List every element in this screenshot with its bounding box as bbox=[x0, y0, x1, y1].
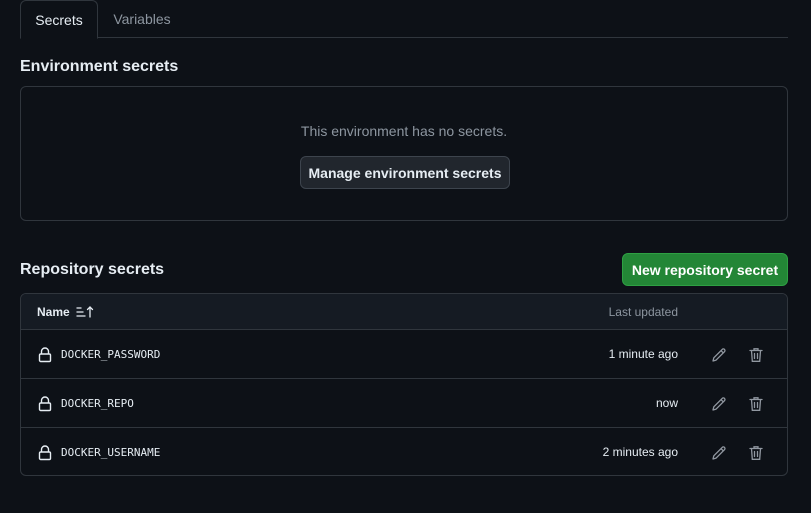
environment-secrets-empty-state: This environment has no secrets. Manage … bbox=[20, 86, 788, 221]
trash-icon[interactable] bbox=[747, 346, 765, 364]
secret-last-updated: 1 minute ago bbox=[608, 347, 678, 361]
name-column-label: Name bbox=[37, 305, 70, 319]
trash-icon[interactable] bbox=[747, 444, 765, 462]
trash-icon[interactable] bbox=[747, 395, 765, 413]
environment-secrets-title: Environment secrets bbox=[20, 58, 179, 75]
pencil-icon[interactable] bbox=[710, 444, 728, 462]
lock-icon bbox=[38, 445, 52, 461]
name-column-header[interactable]: Name bbox=[37, 294, 94, 330]
repository-secrets-title: Repository secrets bbox=[20, 261, 165, 278]
secret-last-updated: 2 minutes ago bbox=[602, 445, 678, 459]
table-row: DOCKER_USERNAME 2 minutes ago bbox=[21, 428, 787, 475]
secret-name: DOCKER_PASSWORD bbox=[61, 348, 161, 361]
repository-secrets-table: Name Last updated DOCKER_PASSWORD 1 minu… bbox=[20, 293, 788, 476]
secret-name: DOCKER_USERNAME bbox=[61, 446, 161, 459]
last-updated-column-header: Last updated bbox=[608, 305, 678, 319]
lock-icon bbox=[38, 396, 52, 412]
secret-last-updated: now bbox=[655, 396, 678, 410]
pencil-icon[interactable] bbox=[710, 346, 728, 364]
table-row: DOCKER_PASSWORD 1 minute ago bbox=[21, 330, 787, 379]
manage-environment-secrets-button[interactable]: Manage environment secrets bbox=[300, 156, 510, 189]
secrets-page: Secrets Variables Environment secrets Th… bbox=[0, 0, 811, 513]
empty-state-text: This environment has no secrets. bbox=[300, 123, 508, 139]
pencil-icon[interactable] bbox=[710, 395, 728, 413]
tab-bar: Secrets Variables bbox=[20, 0, 788, 39]
new-repository-secret-button[interactable]: New repository secret bbox=[622, 253, 788, 286]
tab-variables[interactable]: Variables bbox=[98, 0, 186, 38]
tab-secrets[interactable]: Secrets bbox=[20, 0, 98, 39]
sort-icon bbox=[76, 305, 94, 319]
table-header: Name Last updated bbox=[21, 294, 787, 330]
secret-name: DOCKER_REPO bbox=[61, 397, 134, 410]
table-row: DOCKER_REPO now bbox=[21, 379, 787, 428]
lock-icon bbox=[38, 347, 52, 363]
